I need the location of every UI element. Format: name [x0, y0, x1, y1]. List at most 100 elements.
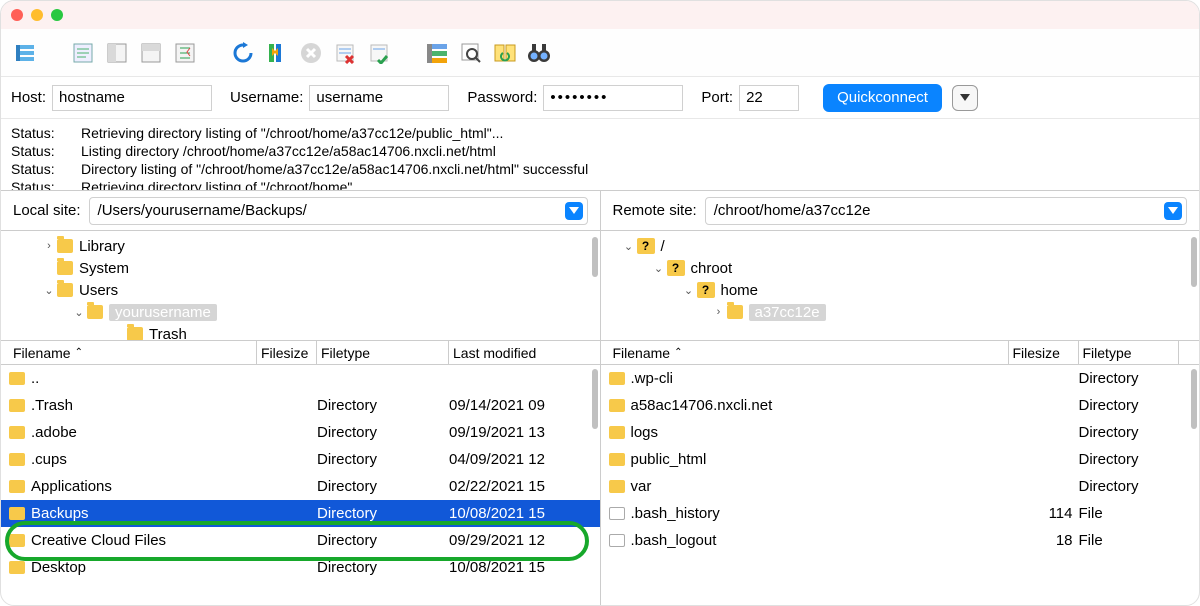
- chevron-down-icon[interactable]: [1164, 202, 1182, 220]
- folder-unknown-icon: ?: [637, 238, 655, 254]
- file-date: 10/08/2021 15: [449, 505, 579, 522]
- tree-item[interactable]: ⌄?chroot: [611, 257, 1190, 279]
- remote-file-list[interactable]: .wp-cliDirectorya58ac14706.nxcli.netDire…: [601, 365, 1200, 606]
- tree-item[interactable]: ›Library: [11, 235, 590, 257]
- expand-arrow-icon[interactable]: ⌄: [41, 284, 57, 297]
- search-icon[interactable]: [457, 39, 485, 67]
- quickconnect-button[interactable]: Quickconnect: [823, 84, 942, 112]
- file-date: 02/22/2021 15: [449, 478, 579, 495]
- host-input[interactable]: [52, 85, 212, 111]
- tree-item[interactable]: Trash: [11, 323, 590, 341]
- tree-item[interactable]: ⌄?home: [611, 279, 1190, 301]
- status-message: Listing directory /chroot/home/a37cc12e/…: [81, 143, 496, 161]
- folder-icon: [727, 305, 743, 319]
- col-filetype[interactable]: Filetype: [317, 341, 449, 364]
- tree-item[interactable]: ⌄yourusername: [11, 301, 590, 323]
- remote-file-header[interactable]: Filename⌃FilesizeFiletype: [601, 341, 1200, 365]
- scrollbar[interactable]: [592, 369, 598, 429]
- file-row[interactable]: varDirectory: [601, 473, 1200, 500]
- col-filetype[interactable]: Filetype: [1079, 341, 1179, 364]
- local-file-list[interactable]: .. .TrashDirectory09/14/2021 09.adobeDire…: [1, 365, 600, 606]
- username-label: Username:: [230, 89, 303, 106]
- file-row[interactable]: .cupsDirectory04/09/2021 12: [1, 446, 600, 473]
- status-label: Status:: [11, 161, 81, 179]
- file-row[interactable]: Creative Cloud FilesDirectory09/29/2021 …: [1, 527, 600, 554]
- file-row[interactable]: public_htmlDirectory: [601, 446, 1200, 473]
- expand-arrow-icon[interactable]: ⌄: [621, 240, 637, 253]
- refresh-icon[interactable]: [229, 39, 257, 67]
- scrollbar[interactable]: [592, 237, 598, 277]
- tree-item[interactable]: ›a37cc12e: [611, 301, 1190, 323]
- file-row[interactable]: a58ac14706.nxcli.netDirectory: [601, 392, 1200, 419]
- col-filesize[interactable]: Filesize: [1009, 341, 1079, 364]
- site-manager-icon[interactable]: [11, 39, 39, 67]
- status-message: Directory listing of "/chroot/home/a37cc…: [81, 161, 588, 179]
- close-window[interactable]: [11, 9, 23, 21]
- sort-asc-icon: ⌃: [75, 347, 83, 358]
- file-type: Directory: [317, 424, 449, 441]
- scrollbar[interactable]: [1191, 369, 1197, 429]
- file-row[interactable]: .bash_logout18File: [601, 527, 1200, 554]
- local-file-header[interactable]: Filename⌃FilesizeFiletypeLast modified: [1, 341, 600, 365]
- expand-arrow-icon[interactable]: ⌄: [651, 262, 667, 275]
- file-icon: [609, 507, 625, 520]
- toolbar: [1, 29, 1199, 77]
- expand-arrow-icon[interactable]: ›: [41, 240, 57, 252]
- file-row[interactable]: .wp-cliDirectory: [601, 365, 1200, 392]
- toggle-log-icon[interactable]: [69, 39, 97, 67]
- local-tree[interactable]: ›Library System ⌄Users⌄yourusernameTrash: [1, 231, 600, 341]
- username-input[interactable]: [309, 85, 449, 111]
- file-row[interactable]: ..: [1, 365, 600, 392]
- folder-icon: [57, 239, 73, 253]
- file-name: Backups: [31, 505, 89, 522]
- expand-arrow-icon[interactable]: ⌄: [681, 284, 697, 297]
- binoculars-icon[interactable]: [525, 39, 553, 67]
- port-input[interactable]: [739, 85, 799, 111]
- folder-icon: [609, 453, 625, 466]
- remote-site-input[interactable]: /chroot/home/a37cc12e: [705, 197, 1187, 225]
- file-row[interactable]: .TrashDirectory09/14/2021 09: [1, 392, 600, 419]
- tree-label: /: [661, 238, 665, 255]
- minimize-window[interactable]: [31, 9, 43, 21]
- toggle-queue-icon[interactable]: [171, 39, 199, 67]
- file-type: Directory: [317, 532, 449, 549]
- file-row[interactable]: ApplicationsDirectory02/22/2021 15: [1, 473, 600, 500]
- folder-icon: [9, 561, 25, 574]
- expand-arrow-icon[interactable]: ⌄: [71, 306, 87, 319]
- file-row[interactable]: .adobeDirectory09/19/2021 13: [1, 419, 600, 446]
- status-label: Status:: [11, 143, 81, 161]
- chevron-down-icon[interactable]: [565, 202, 583, 220]
- local-site-path: /Users/yourusername/Backups/: [98, 202, 307, 219]
- tree-label: System: [79, 260, 129, 277]
- quickconnect-dropdown[interactable]: [952, 85, 978, 111]
- file-name: ..: [31, 370, 39, 387]
- expand-arrow-icon[interactable]: ›: [711, 306, 727, 318]
- cancel-icon[interactable]: [297, 39, 325, 67]
- message-log[interactable]: Status:Retrieving directory listing of "…: [1, 119, 1199, 191]
- tree-item[interactable]: ⌄Users: [11, 279, 590, 301]
- file-row[interactable]: DesktopDirectory10/08/2021 15: [1, 554, 600, 581]
- file-row[interactable]: .bash_history114File: [601, 500, 1200, 527]
- file-row[interactable]: BackupsDirectory10/08/2021 15: [1, 500, 600, 527]
- tree-item[interactable]: System: [11, 257, 590, 279]
- compare-icon[interactable]: [491, 39, 519, 67]
- reconnect-icon[interactable]: [365, 39, 393, 67]
- col-filename[interactable]: Filename⌃: [9, 341, 257, 364]
- process-queue-icon[interactable]: [263, 39, 291, 67]
- scrollbar[interactable]: [1191, 237, 1197, 287]
- col-lastmodified[interactable]: Last modified: [449, 341, 579, 364]
- file-row[interactable]: logsDirectory: [601, 419, 1200, 446]
- zoom-window[interactable]: [51, 9, 63, 21]
- disconnect-icon[interactable]: [331, 39, 359, 67]
- col-filename[interactable]: Filename⌃: [609, 341, 1009, 364]
- col-filesize[interactable]: Filesize: [257, 341, 317, 364]
- sort-asc-icon: ⌃: [674, 347, 682, 358]
- remote-tree[interactable]: ⌄?/⌄?chroot⌄?home›a37cc12e: [601, 231, 1200, 341]
- tree-item[interactable]: ⌄? /: [611, 235, 1190, 257]
- toggle-local-tree-icon[interactable]: [103, 39, 131, 67]
- local-site-input[interactable]: /Users/yourusername/Backups/: [89, 197, 588, 225]
- folder-unknown-icon: ?: [667, 260, 685, 276]
- password-input[interactable]: ••••••••: [543, 85, 683, 111]
- toggle-remote-tree-icon[interactable]: [137, 39, 165, 67]
- filter-icon[interactable]: [423, 39, 451, 67]
